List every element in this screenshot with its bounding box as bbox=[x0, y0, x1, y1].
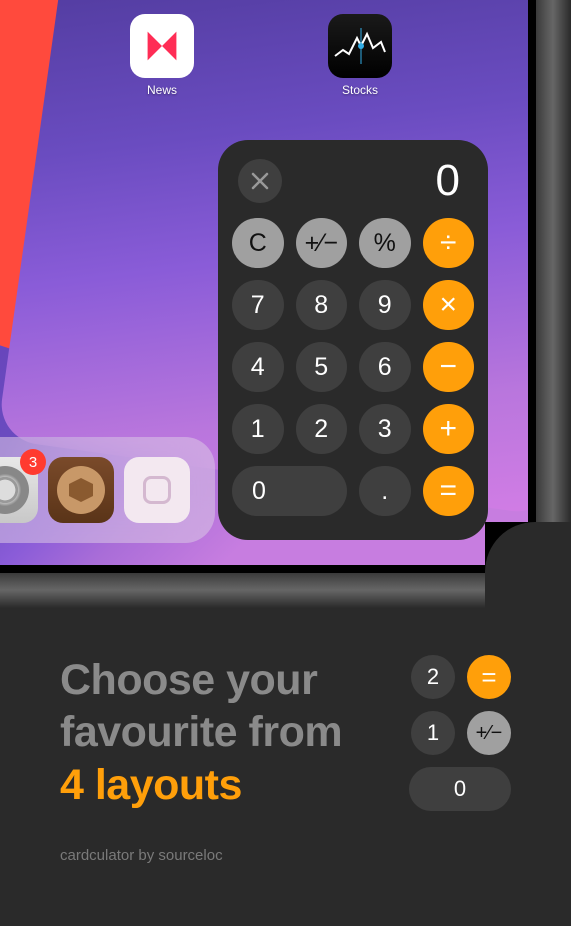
app-news[interactable]: News bbox=[130, 14, 194, 97]
calc-multiply[interactable]: × bbox=[423, 280, 475, 330]
headline-line2: favourite from bbox=[60, 708, 342, 756]
package-icon bbox=[57, 466, 105, 514]
news-icon bbox=[130, 14, 194, 78]
bezel-corner bbox=[485, 522, 571, 608]
device-frame: News Stocks 3 0 C +⁄− % bbox=[0, 0, 571, 608]
calc-4[interactable]: 4 bbox=[232, 342, 284, 392]
preview-chip-2[interactable]: 2 bbox=[411, 655, 455, 699]
dock: 3 bbox=[0, 437, 215, 543]
calc-display: 0 bbox=[436, 156, 468, 206]
credit-text: cardculator by sourceloc bbox=[60, 847, 511, 864]
layout-preview: 2 = 1 +⁄− 0 bbox=[409, 655, 511, 811]
calc-1[interactable]: 1 bbox=[232, 404, 284, 454]
calc-5[interactable]: 5 bbox=[296, 342, 348, 392]
calculator-widget: 0 C +⁄− % ÷ 7 8 9 × 4 5 6 − 1 2 3 + 0 . … bbox=[218, 140, 488, 540]
calc-percent[interactable]: % bbox=[359, 218, 411, 268]
gear-icon bbox=[0, 466, 29, 514]
calc-8[interactable]: 8 bbox=[296, 280, 348, 330]
rounded-square-icon bbox=[143, 476, 171, 504]
preview-chip-1[interactable]: 1 bbox=[411, 711, 455, 755]
calc-plus[interactable]: + bbox=[423, 404, 475, 454]
calc-equals[interactable]: = bbox=[423, 466, 475, 516]
close-button[interactable] bbox=[238, 159, 282, 203]
preview-chip-0[interactable]: 0 bbox=[409, 767, 511, 811]
dock-app-shortcuts[interactable] bbox=[124, 457, 190, 523]
calc-decimal[interactable]: . bbox=[359, 466, 411, 516]
calc-2[interactable]: 2 bbox=[296, 404, 348, 454]
stocks-icon bbox=[328, 14, 392, 78]
calc-divide[interactable]: ÷ bbox=[423, 218, 475, 268]
calc-sign[interactable]: +⁄− bbox=[296, 218, 348, 268]
calc-6[interactable]: 6 bbox=[359, 342, 411, 392]
headline-line3: 4 layouts bbox=[60, 761, 242, 809]
notification-badge: 3 bbox=[20, 449, 46, 475]
preview-chip-equals[interactable]: = bbox=[467, 655, 511, 699]
calc-clear[interactable]: C bbox=[232, 218, 284, 268]
calc-9[interactable]: 9 bbox=[359, 280, 411, 330]
preview-chip-sign[interactable]: +⁄− bbox=[467, 711, 511, 755]
dock-app-cydia[interactable] bbox=[48, 457, 114, 523]
headline-line1: Choose your bbox=[60, 656, 317, 704]
calc-minus[interactable]: − bbox=[423, 342, 475, 392]
calc-0[interactable]: 0 bbox=[232, 466, 347, 516]
app-label-stocks: Stocks bbox=[342, 83, 378, 97]
calc-7[interactable]: 7 bbox=[232, 280, 284, 330]
app-stocks[interactable]: Stocks bbox=[328, 14, 392, 97]
dock-app-settings[interactable]: 3 bbox=[0, 457, 38, 523]
calc-3[interactable]: 3 bbox=[359, 404, 411, 454]
close-icon bbox=[251, 172, 269, 190]
bezel-right bbox=[528, 0, 571, 608]
app-label-news: News bbox=[147, 83, 177, 97]
